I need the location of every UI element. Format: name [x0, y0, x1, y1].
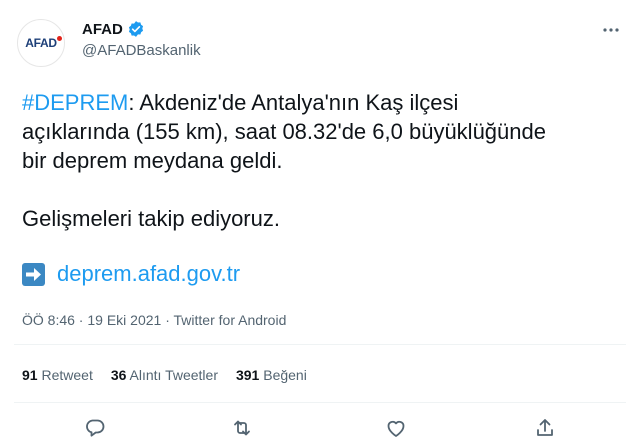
right-arrow-emoji-icon	[22, 262, 45, 286]
like-icon[interactable]	[384, 416, 408, 440]
likes-count: 391	[235, 367, 260, 383]
tweet-text: #DEPREM: Akdeniz'de Antalya'nın Kaş ilçe…	[22, 88, 622, 233]
quotes-label: Alıntı Tweetler	[129, 367, 218, 383]
tweet-meta: ÖÖ 8:46 · 19 Eki 2021 · Twitter for Andr…	[22, 312, 286, 328]
likes-label: Beğeni	[263, 367, 307, 383]
tweet-source[interactable]: Twitter for Android	[174, 312, 287, 328]
avatar-logo-dot	[57, 36, 62, 41]
divider	[14, 402, 626, 403]
tweet-actions	[0, 414, 640, 444]
verified-badge-icon	[127, 20, 145, 38]
share-icon[interactable]	[533, 416, 557, 440]
quotes-count: 36	[110, 367, 127, 383]
retweets-label: Retweet	[41, 367, 93, 383]
author-name[interactable]: AFAD	[82, 21, 123, 38]
tweet-stats: 91 Retweet 36 Alıntı Tweetler 391 Beğeni	[22, 367, 325, 383]
tweet-link[interactable]: deprem.afad.gov.tr	[22, 261, 240, 287]
tweet-time[interactable]: ÖÖ 8:46	[22, 312, 75, 328]
reply-icon[interactable]	[83, 416, 107, 440]
tweet-line-3: bir deprem meydana geldi.	[22, 148, 283, 173]
tweet-line-4: Gelişmeleri takip ediyoruz.	[22, 206, 280, 231]
tweet-line-1-text: : Akdeniz'de Antalya'nın Kaş ilçesi	[128, 90, 459, 115]
tweet: AFAD AFAD @AFADBaskanlik #DEPREM: Akdeni…	[0, 0, 640, 447]
avatar[interactable]: AFAD	[17, 19, 65, 67]
meta-separator: ·	[74, 312, 88, 328]
divider	[14, 344, 626, 345]
retweets-count: 91	[22, 367, 38, 383]
retweets-stat[interactable]: 91 Retweet	[22, 367, 93, 383]
link-url[interactable]: deprem.afad.gov.tr	[57, 261, 240, 287]
author-handle[interactable]: @AFADBaskanlik	[82, 42, 201, 59]
hashtag-link[interactable]: #DEPREM	[22, 90, 128, 115]
tweet-date[interactable]: 19 Eki 2021	[87, 312, 161, 328]
more-options-icon[interactable]	[599, 20, 623, 40]
author-name-row[interactable]: AFAD	[82, 20, 145, 38]
meta-separator: ·	[161, 312, 174, 328]
quotes-stat[interactable]: 36 Alıntı Tweetler	[111, 367, 218, 383]
tweet-line-1: #DEPREM: Akdeniz'de Antalya'nın Kaş ilçe…	[22, 88, 622, 117]
avatar-logo-text: AFAD	[25, 36, 57, 50]
tweet-line-2: açıklarında (155 km), saat 08.32'de 6,0 …	[22, 119, 546, 144]
likes-stat[interactable]: 391 Beğeni	[236, 367, 307, 383]
retweet-icon[interactable]	[230, 416, 254, 440]
